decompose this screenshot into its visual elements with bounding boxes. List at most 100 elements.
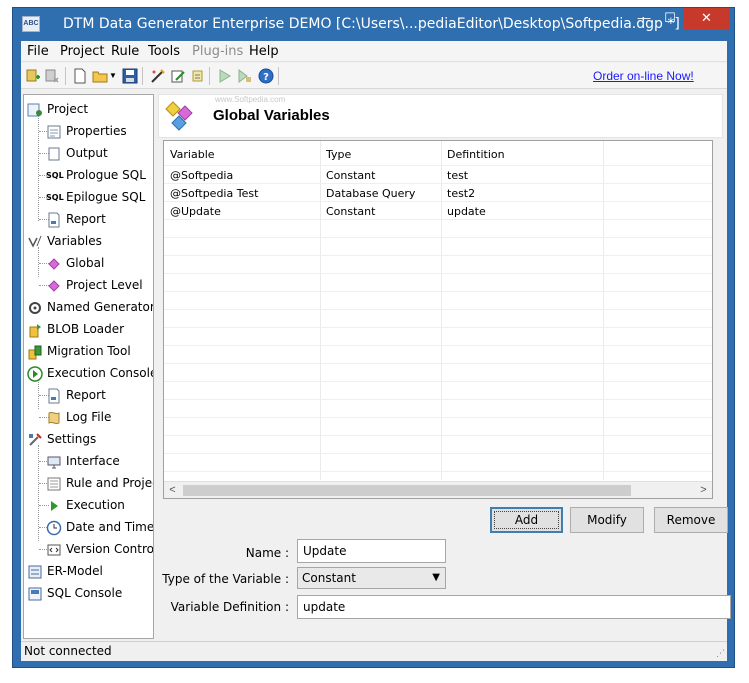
maximize-button[interactable]: ☐ [657,8,683,30]
tree-node-version-control[interactable]: Version Control [46,539,153,559]
table-cell[interactable]: test [447,169,468,182]
tree-node-label: Properties [66,124,127,138]
tree-node-project[interactable]: Project [27,99,88,119]
tree-node-variables[interactable]: Variables [27,231,102,251]
report-icon [46,388,62,404]
log-file-icon [46,410,62,426]
tree-node-settings[interactable]: Settings [27,429,96,449]
table-cell[interactable]: @Update [170,205,221,218]
close-button[interactable]: ✕ [683,8,730,30]
tree-node-label: Prologue SQL [66,168,146,182]
row-divider [164,327,712,328]
table-cell[interactable]: test2 [447,187,475,200]
menu-rule[interactable]: Rule [111,44,139,59]
tree-node-console-report[interactable]: Report [46,385,106,405]
row-divider [164,237,712,238]
row-divider [164,399,712,400]
column-divider [320,141,321,480]
save-icon[interactable] [121,68,138,84]
table-cell[interactable]: Constant [326,169,375,182]
column-header-type[interactable]: Type [326,148,351,161]
column-divider [603,141,604,480]
open-folder-icon[interactable] [91,68,108,84]
add-table-icon[interactable] [24,68,41,84]
tree-node-er-model[interactable]: ER-Model [27,561,103,581]
tree-node-date-and-time[interactable]: Date and Time [46,517,153,537]
tree-node-blob-loader[interactable]: BLOB Loader [27,319,124,339]
variable-definition-input[interactable]: update [297,595,731,619]
tree-node-sql-console[interactable]: SQL Console [27,583,122,603]
tree-node-execution[interactable]: Execution [46,495,125,515]
sql-icon: SQL [46,170,64,180]
table-cell[interactable]: update [447,205,486,218]
scroll-left-icon[interactable]: < [164,483,181,498]
project-level-icon [46,278,62,294]
tree-node-execution-console[interactable]: Execution Console [27,363,153,383]
tree-node-migration-tool[interactable]: Migration Tool [27,341,131,361]
tree-node-report[interactable]: Report [46,209,106,229]
status-bar: Not connected ⋰ [21,641,727,661]
column-header-definition[interactable]: Defintition [447,148,505,161]
tree-node-properties[interactable]: Properties [46,121,127,141]
generate-icon[interactable] [149,68,166,84]
blob-loader-icon [27,322,43,338]
wizard-icon[interactable] [189,68,206,84]
tree-node-label: Epilogue SQL [66,190,146,204]
menu-project[interactable]: Project [60,44,104,59]
horizontal-scrollbar[interactable]: < > [164,481,712,498]
tree-node-label: Execution [66,498,125,512]
run-icon[interactable] [215,68,232,84]
table-cell[interactable]: @Softpedia Test [170,187,258,200]
app-icon: ABC [22,16,40,32]
row-divider [164,273,712,274]
variables-table[interactable]: Variable Type Defintition @Softpedia Con… [163,140,713,499]
tree-node-label: Migration Tool [47,344,131,358]
add-button[interactable]: Add [490,507,563,533]
migration-tool-icon [27,344,43,360]
run-rule-icon[interactable] [235,68,252,84]
scrollbar-thumb[interactable] [183,485,631,496]
modify-button[interactable]: Modify [570,507,644,533]
tree-node-log-file[interactable]: Log File [46,407,111,427]
tree-node-named-generators[interactable]: Named Generators [27,297,154,317]
edit-rule-icon[interactable] [169,68,186,84]
menu-tools[interactable]: Tools [148,44,180,59]
menu-help[interactable]: Help [249,44,279,59]
variables-icon [27,234,43,250]
remove-table-icon[interactable] [43,68,60,84]
panel-header: www.Softpedia.com Global Variables [158,94,723,138]
tree-node-interface[interactable]: Interface [46,451,120,471]
tree-node-label: Output [66,146,108,160]
table-cell[interactable]: Database Query [326,187,415,200]
name-input[interactable]: Update [297,539,446,563]
scroll-right-icon[interactable]: > [695,483,712,498]
column-divider [441,141,442,480]
tree-node-label: Project [47,102,89,116]
tree-node-prologue-sql[interactable]: SQL Prologue SQL [46,165,146,185]
menu-plug-ins[interactable]: Plug-ins [192,44,243,59]
tree-node-output[interactable]: Output [46,143,108,163]
variable-type-select[interactable]: Constant ▼ [297,567,446,589]
row-divider [164,435,712,436]
help-icon[interactable]: ? [257,68,274,84]
output-icon [46,146,62,162]
chevron-down-icon[interactable]: ▼ [108,68,118,84]
tree-node-rule-and-project[interactable]: Rule and Project [46,473,153,493]
title-bar[interactable]: ABC DTM Data Generator Enterprise DEMO [… [13,8,734,41]
tree-node-project-level[interactable]: Project Level [46,275,143,295]
menu-file[interactable]: File [27,44,49,59]
new-file-icon[interactable] [71,68,88,84]
column-header-variable[interactable]: Variable [170,148,215,161]
tree-node-label: ER-Model [47,564,103,578]
tree-node-epilogue-sql[interactable]: SQL Epilogue SQL [46,187,145,207]
remove-button[interactable]: Remove [654,507,728,533]
tree-node-label: Interface [66,454,120,468]
table-cell[interactable]: @Softpedia [170,169,233,182]
tree-node-label: Named Generators [47,300,154,314]
order-online-link[interactable]: Order on-line Now! [593,69,694,83]
resize-grip-icon[interactable]: ⋰ [716,648,725,659]
row-divider [164,381,712,382]
minimize-button[interactable]: — [631,8,657,30]
tree-node-global[interactable]: Global [46,253,104,273]
table-cell[interactable]: Constant [326,205,375,218]
